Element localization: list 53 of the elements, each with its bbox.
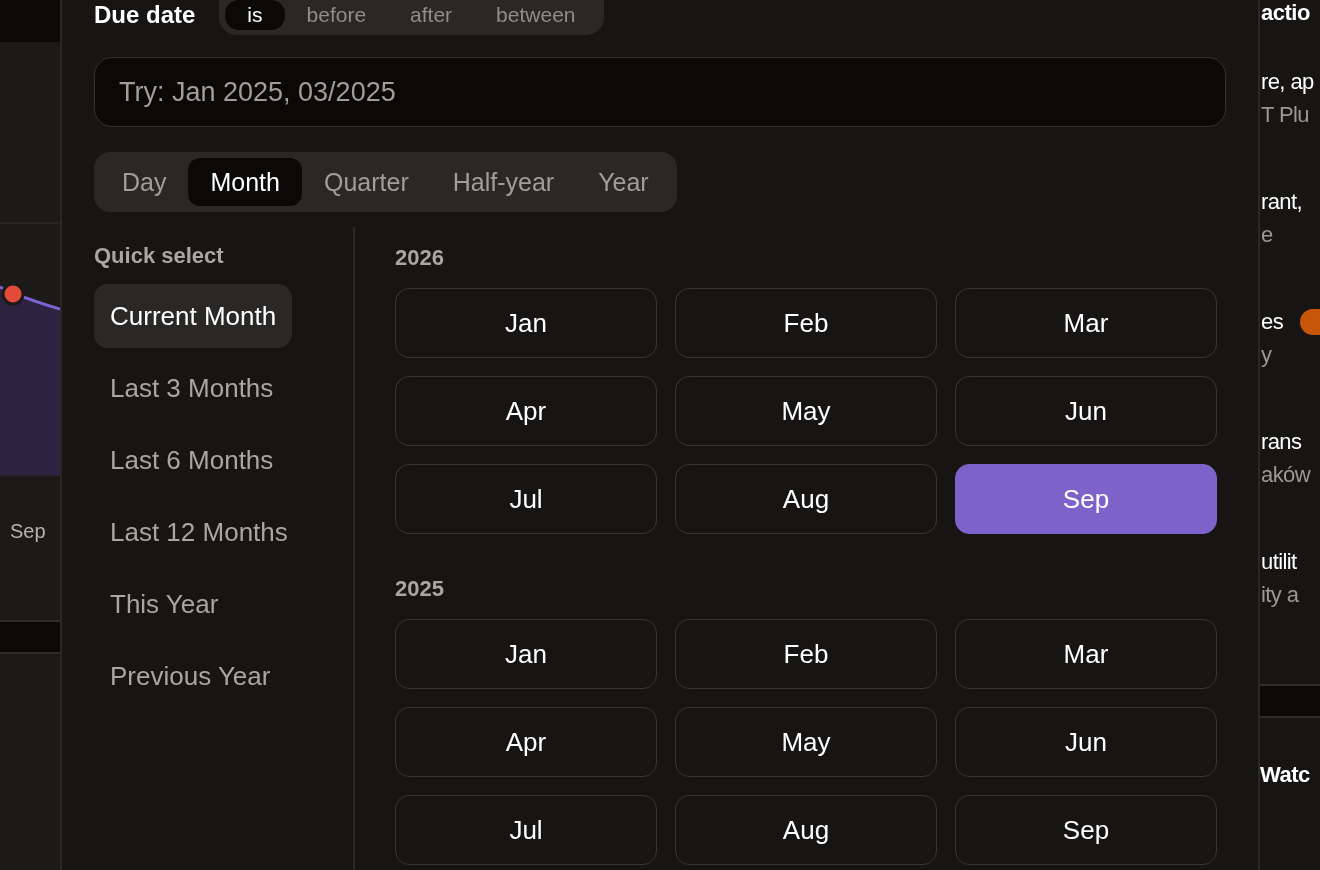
operator-option[interactable]: is	[225, 0, 285, 30]
operator-option[interactable]: between	[474, 0, 598, 30]
month-button[interactable]: May	[675, 376, 937, 446]
granularity-tab[interactable]: Year	[576, 158, 671, 206]
transaction-title: re, ap	[1261, 69, 1314, 95]
filter-label: Due date	[94, 0, 196, 29]
year-heading: 2026	[395, 243, 445, 272]
status-badge	[1300, 309, 1320, 335]
month-button[interactable]: Sep	[955, 464, 1217, 534]
month-button[interactable]: Sep	[955, 795, 1217, 865]
month-button[interactable]: May	[675, 707, 937, 777]
year-heading: 2025	[395, 574, 445, 603]
month-button[interactable]: Jun	[955, 707, 1217, 777]
month-button[interactable]: Mar	[955, 288, 1217, 358]
month-button[interactable]: Aug	[675, 464, 937, 534]
section-heading: actio	[1261, 0, 1311, 27]
month-button[interactable]: Mar	[955, 619, 1217, 689]
month-button[interactable]: Apr	[395, 707, 657, 777]
quick-select-item[interactable]: Last 12 Months	[94, 500, 304, 564]
month-button[interactable]: Feb	[675, 619, 937, 689]
operator-option[interactable]: after	[388, 0, 475, 30]
transaction-title: utilit	[1261, 549, 1297, 575]
transaction-title: rant,	[1261, 189, 1303, 215]
month-button[interactable]: Jan	[395, 288, 657, 358]
granularity-tab[interactable]: Quarter	[301, 158, 431, 206]
transaction-subtitle: aków	[1261, 462, 1312, 489]
transaction-title: rans	[1261, 429, 1302, 455]
transaction-subtitle: e	[1261, 222, 1274, 249]
month-button[interactable]: Jul	[395, 464, 657, 534]
month-button[interactable]: Jan	[395, 619, 657, 689]
quick-select-item[interactable]: Last 6 Months	[94, 428, 290, 492]
quick-select-heading: Quick select	[94, 241, 225, 270]
quick-select-item[interactable]: This Year	[94, 572, 235, 636]
month-button[interactable]: Aug	[675, 795, 937, 865]
quick-select-item[interactable]: Last 3 Months	[94, 356, 290, 420]
granularity-tab[interactable]: Day	[100, 158, 189, 206]
quick-select-item[interactable]: Current Month	[94, 284, 293, 348]
transaction-subtitle: ity a	[1261, 582, 1300, 609]
month-button[interactable]: Jul	[395, 795, 657, 865]
header-bar	[0, 0, 60, 42]
transaction-title: es	[1261, 309, 1284, 335]
quick-select-item[interactable]: Previous Year	[94, 644, 287, 708]
transaction-subtitle: T Plu	[1261, 102, 1310, 129]
granularity-tab[interactable]: Month	[188, 158, 302, 206]
granularity-tab[interactable]: Half-year	[430, 158, 577, 206]
month-button[interactable]: Feb	[675, 288, 937, 358]
month-button[interactable]: Jun	[955, 376, 1217, 446]
axis-label: Sep	[10, 520, 46, 542]
transaction-subtitle: y	[1261, 342, 1273, 369]
month-button[interactable]: Apr	[395, 376, 657, 446]
operator-option[interactable]: before	[284, 0, 389, 30]
date-search-field[interactable]: Try: Jan 2025, 03/2025	[94, 57, 1226, 127]
section-heading: Watc	[1260, 762, 1311, 788]
